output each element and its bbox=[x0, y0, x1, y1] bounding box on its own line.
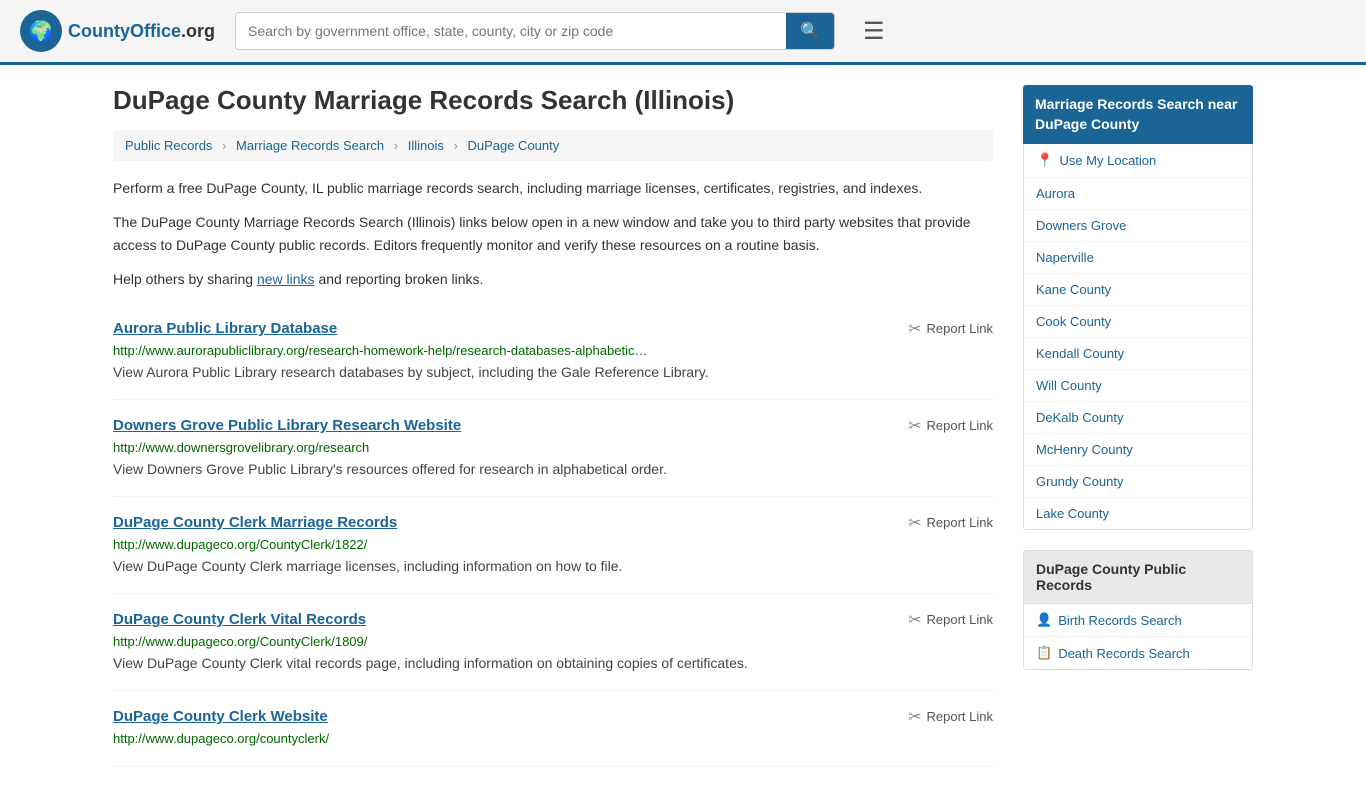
report-icon: ✂ bbox=[908, 610, 921, 630]
sidebar-item-kendall-county[interactable]: Kendall County bbox=[1024, 338, 1252, 370]
person-icon: 👤 bbox=[1036, 612, 1052, 628]
hamburger-menu[interactable]: ☰ bbox=[855, 13, 893, 50]
breadcrumb-public-records[interactable]: Public Records bbox=[125, 138, 212, 153]
result-title[interactable]: DuPage County Clerk Marriage Records bbox=[113, 514, 397, 531]
report-link[interactable]: ✂ Report Link bbox=[908, 707, 993, 727]
document-icon: 📋 bbox=[1036, 645, 1052, 661]
result-url: http://www.aurorapubliclibrary.org/resea… bbox=[113, 343, 993, 358]
result-desc: View DuPage County Clerk vital records p… bbox=[113, 653, 993, 674]
search-bar: 🔍 bbox=[235, 12, 835, 50]
sidebar-nearby-section: Marriage Records Search near DuPage Coun… bbox=[1023, 85, 1253, 530]
result-desc: View DuPage County Clerk marriage licens… bbox=[113, 556, 993, 577]
report-link[interactable]: ✂ Report Link bbox=[908, 513, 993, 533]
sidebar-item-aurora[interactable]: Aurora bbox=[1024, 178, 1252, 210]
search-button[interactable]: 🔍 bbox=[786, 13, 834, 49]
report-icon: ✂ bbox=[908, 319, 921, 339]
result-item: Downers Grove Public Library Research We… bbox=[113, 400, 993, 497]
sidebar-item-kane-county[interactable]: Kane County bbox=[1024, 274, 1252, 306]
sidebar-public-records-section: DuPage County Public Records 👤 Birth Rec… bbox=[1023, 550, 1253, 670]
sidebar-item-lake-county[interactable]: Lake County bbox=[1024, 498, 1252, 529]
result-url: http://www.dupageco.org/countyclerk/ bbox=[113, 731, 993, 746]
result-title[interactable]: DuPage County Clerk Website bbox=[113, 708, 328, 725]
result-url: http://www.downersgrovelibrary.org/resea… bbox=[113, 440, 993, 455]
description-2: The DuPage County Marriage Records Searc… bbox=[113, 211, 993, 256]
breadcrumb: Public Records › Marriage Records Search… bbox=[113, 130, 993, 161]
sidebar-public-records-heading: DuPage County Public Records bbox=[1023, 550, 1253, 604]
logo-link[interactable]: 🌍 CountyOffice.org bbox=[20, 10, 215, 52]
description-3: Help others by sharing new links and rep… bbox=[113, 268, 993, 290]
report-icon: ✂ bbox=[908, 416, 921, 436]
result-desc: View Downers Grove Public Library's reso… bbox=[113, 459, 993, 480]
result-item: DuPage County Clerk Website ✂ Report Lin… bbox=[113, 691, 993, 767]
result-url: http://www.dupageco.org/CountyClerk/1809… bbox=[113, 634, 993, 649]
breadcrumb-dupage[interactable]: DuPage County bbox=[467, 138, 559, 153]
result-item: DuPage County Clerk Vital Records ✂ Repo… bbox=[113, 594, 993, 691]
main-content: DuPage County Marriage Records Search (I… bbox=[113, 85, 993, 767]
location-pin-icon: 📍 bbox=[1036, 152, 1053, 169]
result-title[interactable]: Aurora Public Library Database bbox=[113, 320, 337, 337]
sidebar-item-downers-grove[interactable]: Downers Grove bbox=[1024, 210, 1252, 242]
report-icon: ✂ bbox=[908, 513, 921, 533]
sidebar-item-mchenry-county[interactable]: McHenry County bbox=[1024, 434, 1252, 466]
new-links-link[interactable]: new links bbox=[257, 271, 315, 287]
sidebar: Marriage Records Search near DuPage Coun… bbox=[1023, 85, 1253, 767]
result-title[interactable]: DuPage County Clerk Vital Records bbox=[113, 611, 366, 628]
results-list: Aurora Public Library Database ✂ Report … bbox=[113, 303, 993, 767]
result-url: http://www.dupageco.org/CountyClerk/1822… bbox=[113, 537, 993, 552]
report-link[interactable]: ✂ Report Link bbox=[908, 610, 993, 630]
page-title: DuPage County Marriage Records Search (I… bbox=[113, 85, 993, 116]
breadcrumb-marriage-records[interactable]: Marriage Records Search bbox=[236, 138, 384, 153]
report-icon: ✂ bbox=[908, 707, 921, 727]
report-link[interactable]: ✂ Report Link bbox=[908, 319, 993, 339]
sidebar-item-grundy-county[interactable]: Grundy County bbox=[1024, 466, 1252, 498]
sidebar-use-my-location[interactable]: 📍 Use My Location bbox=[1024, 144, 1252, 178]
sidebar-item-dekalb-county[interactable]: DeKalb County bbox=[1024, 402, 1252, 434]
sidebar-item-will-county[interactable]: Will County bbox=[1024, 370, 1252, 402]
breadcrumb-illinois[interactable]: Illinois bbox=[408, 138, 444, 153]
sidebar-nearby-heading: Marriage Records Search near DuPage Coun… bbox=[1023, 85, 1253, 144]
description-1: Perform a free DuPage County, IL public … bbox=[113, 177, 993, 199]
result-desc: View Aurora Public Library research data… bbox=[113, 362, 993, 383]
report-link[interactable]: ✂ Report Link bbox=[908, 416, 993, 436]
sidebar-item-death-records[interactable]: 📋 Death Records Search bbox=[1024, 637, 1252, 669]
result-title[interactable]: Downers Grove Public Library Research We… bbox=[113, 417, 461, 434]
logo-text: CountyOffice.org bbox=[68, 21, 215, 42]
result-item: DuPage County Clerk Marriage Records ✂ R… bbox=[113, 497, 993, 594]
result-item: Aurora Public Library Database ✂ Report … bbox=[113, 303, 993, 400]
sidebar-item-cook-county[interactable]: Cook County bbox=[1024, 306, 1252, 338]
main-container: DuPage County Marriage Records Search (I… bbox=[93, 65, 1273, 787]
sidebar-public-records-list: 👤 Birth Records Search 📋 Death Records S… bbox=[1023, 604, 1253, 670]
logo-icon: 🌍 bbox=[20, 10, 62, 52]
sidebar-item-birth-records[interactable]: 👤 Birth Records Search bbox=[1024, 604, 1252, 637]
search-input[interactable] bbox=[236, 15, 786, 47]
sidebar-item-naperville[interactable]: Naperville bbox=[1024, 242, 1252, 274]
site-header: 🌍 CountyOffice.org 🔍 ☰ bbox=[0, 0, 1366, 65]
sidebar-nearby-list: 📍 Use My Location Aurora Downers Grove N… bbox=[1023, 144, 1253, 530]
